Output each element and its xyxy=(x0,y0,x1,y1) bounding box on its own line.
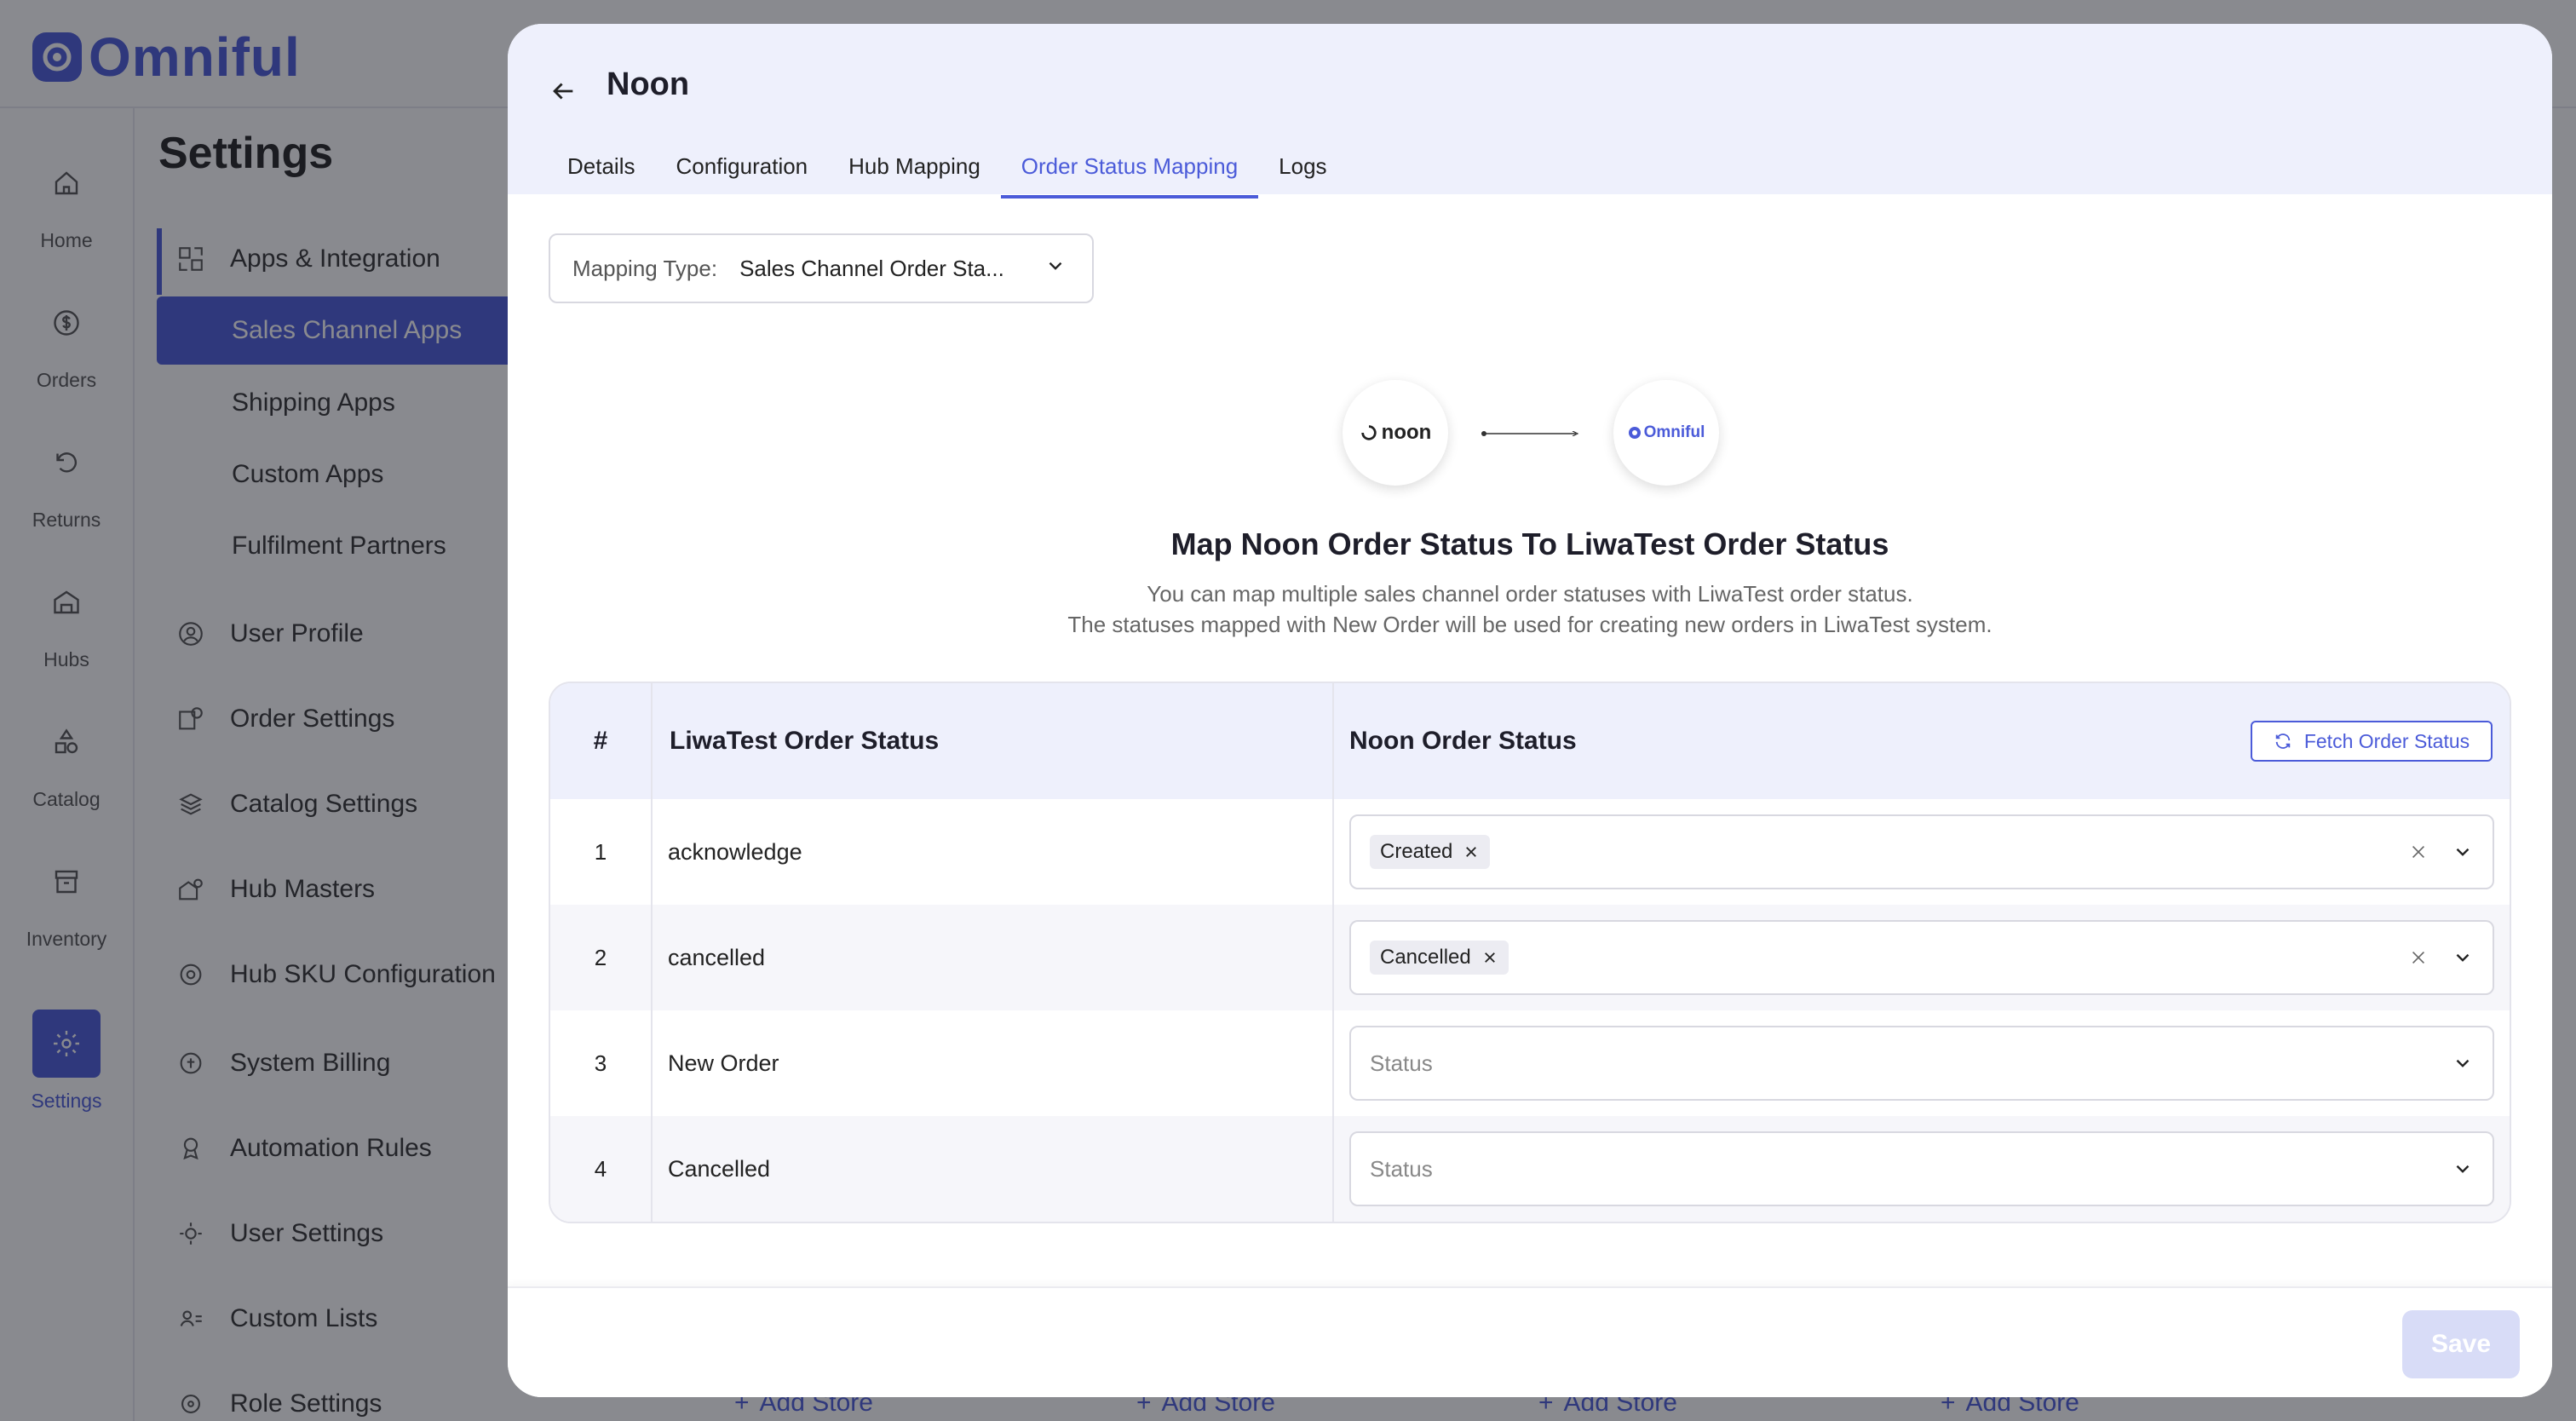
chip-remove-icon[interactable] xyxy=(1463,843,1480,860)
status-mapping-table: # LiwaTest Order Status Noon Order Statu… xyxy=(549,682,2511,1223)
fetch-order-status-button[interactable]: Fetch Order Status xyxy=(2251,721,2493,762)
status-placeholder: Status xyxy=(1370,1050,1433,1076)
column-header-number: # xyxy=(593,727,608,755)
chevron-down-icon xyxy=(1044,255,1067,283)
table-row: 1 acknowledge Created xyxy=(550,799,2510,905)
chevron-down-icon xyxy=(2450,945,2475,970)
omniful-badge: Omniful xyxy=(1613,380,1719,486)
column-divider xyxy=(1332,683,1334,1222)
tab-configuration[interactable]: Configuration xyxy=(655,153,828,198)
table-row: 3 New Order Status xyxy=(550,1010,2510,1116)
noon-logo: noon xyxy=(1343,380,1448,486)
chevron-down-icon xyxy=(2450,839,2475,865)
noon-logo-icon xyxy=(1360,425,1377,440)
status-placeholder: Status xyxy=(1370,1155,1433,1182)
refresh-icon xyxy=(2275,734,2291,749)
mapping-type-select[interactable]: Mapping Type: Sales Channel Order Sta... xyxy=(549,233,1094,303)
arrow-left-icon xyxy=(553,83,573,100)
column-divider xyxy=(651,683,653,1222)
table-row: 4 Cancelled Status xyxy=(550,1116,2510,1222)
clear-icon[interactable] xyxy=(2406,839,2431,865)
clear-icon[interactable] xyxy=(2406,945,2431,970)
status-chip: Cancelled xyxy=(1370,941,1509,975)
liwatest-status: New Order xyxy=(668,1050,779,1076)
tab-details[interactable]: Details xyxy=(567,153,655,198)
mapping-type-label: Mapping Type: xyxy=(572,255,718,281)
omniful-mini-icon xyxy=(1628,427,1641,439)
status-chip: Created xyxy=(1370,835,1491,869)
table-row: 2 cancelled Cancelled xyxy=(550,905,2510,1010)
column-header-noon-status: Noon Order Status xyxy=(1349,727,1577,755)
back-button[interactable] xyxy=(542,70,584,112)
liwatest-status: acknowledge xyxy=(668,838,802,865)
noon-app-modal: Noon Details Configuration Hub Mapping O… xyxy=(508,24,2552,1397)
tab-hub-mapping[interactable]: Hub Mapping xyxy=(828,153,1001,198)
save-button[interactable]: Save xyxy=(2402,1310,2520,1378)
row-number: 2 xyxy=(594,944,607,970)
noon-status-select[interactable]: Cancelled xyxy=(1349,920,2494,995)
modal-title: Noon xyxy=(607,66,690,102)
row-number: 4 xyxy=(594,1155,607,1182)
row-number: 1 xyxy=(594,838,607,865)
tab-order-status-mapping[interactable]: Order Status Mapping xyxy=(1000,153,1259,198)
liwatest-status: cancelled xyxy=(668,944,766,970)
connector-arrow-icon xyxy=(1481,431,1579,436)
modal-footer xyxy=(508,1286,2552,1397)
mapping-type-value: Sales Channel Order Sta... xyxy=(739,255,1004,281)
modal-tabs: Details Configuration Hub Mapping Order … xyxy=(567,153,1348,198)
tab-logs[interactable]: Logs xyxy=(1258,153,1347,198)
liwatest-status: Cancelled xyxy=(668,1155,771,1182)
mapping-heading: Map Noon Order Status To LiwaTest Order … xyxy=(1170,526,1889,561)
noon-status-select[interactable]: Created xyxy=(1349,814,2494,889)
chevron-down-icon xyxy=(2450,1050,2475,1076)
row-number: 3 xyxy=(594,1050,607,1076)
mapping-description-1: You can map multiple sales channel order… xyxy=(1147,581,1913,607)
chip-remove-icon[interactable] xyxy=(1481,949,1498,966)
mapping-description-2: The statuses mapped with New Order will … xyxy=(1067,612,1992,637)
noon-status-select[interactable]: Status xyxy=(1349,1026,2494,1101)
noon-logo-text: noon xyxy=(1381,421,1432,444)
chevron-down-icon xyxy=(2450,1156,2475,1182)
column-header-liwatest-status: LiwaTest Order Status xyxy=(670,727,940,755)
noon-status-select[interactable]: Status xyxy=(1349,1131,2494,1206)
omniful-badge-text: Omniful xyxy=(1643,423,1705,441)
